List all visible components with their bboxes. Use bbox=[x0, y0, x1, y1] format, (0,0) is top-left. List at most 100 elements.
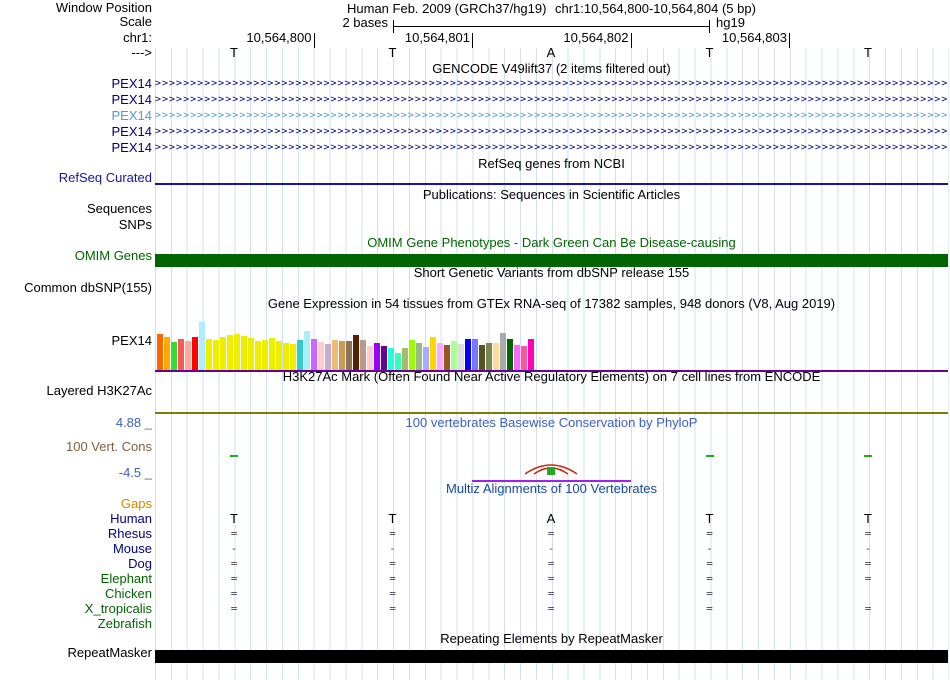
gtex-expression-bar[interactable] bbox=[234, 334, 240, 370]
omim-genes-bar[interactable] bbox=[155, 254, 948, 267]
gtex-expression-bar[interactable] bbox=[283, 343, 289, 370]
gtex-expression-bar[interactable] bbox=[339, 341, 345, 370]
gtex-expression-bar[interactable] bbox=[402, 348, 408, 370]
gtex-expression-bar[interactable] bbox=[325, 344, 331, 370]
gtex-expression-bar[interactable] bbox=[297, 340, 303, 370]
gtex-expression-bar[interactable] bbox=[507, 339, 513, 370]
phylop-track-label[interactable]: 100 Vert. Cons bbox=[66, 440, 152, 454]
multiz-species-label[interactable]: Mouse bbox=[113, 541, 152, 556]
gtex-expression-bar[interactable] bbox=[493, 343, 499, 370]
gencode-transcript-label[interactable]: PEX14 bbox=[112, 124, 152, 140]
sequences-label[interactable]: Sequences bbox=[87, 202, 152, 216]
gtex-expression-bar[interactable] bbox=[528, 339, 534, 370]
gtex-expression-bar[interactable] bbox=[367, 346, 373, 370]
gencode-transcript-arrows[interactable]: >>>>>>>>>>>>>>>>>>>>>>>>>>>>>>>>>>>>>>>>… bbox=[155, 76, 948, 92]
gtex-expression-bar[interactable] bbox=[444, 345, 450, 370]
gtex-expression-bar[interactable] bbox=[178, 339, 184, 370]
multiz-species-label[interactable]: Rhesus bbox=[108, 526, 152, 541]
gencode-transcript-label[interactable]: PEX14 bbox=[112, 92, 152, 108]
h3k27ac-baseline[interactable] bbox=[155, 412, 948, 414]
gtex-expression-bar[interactable] bbox=[206, 339, 212, 370]
gtex-expression-bar[interactable] bbox=[500, 333, 506, 370]
gtex-expression-bar[interactable] bbox=[479, 345, 485, 370]
repeatmasker-bar[interactable] bbox=[155, 650, 948, 663]
gtex-expression-bar[interactable] bbox=[157, 334, 163, 370]
gtex-expression-bar[interactable] bbox=[269, 338, 275, 370]
gtex-expression-bar[interactable] bbox=[346, 341, 352, 370]
gtex-expression-bar[interactable] bbox=[290, 344, 296, 370]
gtex-expression-bar[interactable] bbox=[311, 339, 317, 370]
gencode-transcript-label[interactable]: PEX14 bbox=[112, 140, 152, 156]
gtex-expression-bar[interactable] bbox=[430, 337, 436, 370]
gtex-expression-bar[interactable] bbox=[451, 341, 457, 370]
gencode-transcript-label[interactable]: PEX14 bbox=[112, 108, 152, 124]
multiz-species-label[interactable]: Zebrafish bbox=[98, 616, 152, 631]
assembly-label: Human Feb. 2009 (GRCh37/hg19) bbox=[347, 1, 547, 16]
gtex-expression-bar[interactable] bbox=[213, 340, 219, 370]
gtex-expression-bar[interactable] bbox=[465, 339, 471, 370]
gencode-transcript-arrows[interactable]: >>>>>>>>>>>>>>>>>>>>>>>>>>>>>>>>>>>>>>>>… bbox=[155, 124, 948, 140]
phylop-center-item[interactable] bbox=[472, 480, 631, 482]
gtex-expression-bar[interactable] bbox=[318, 342, 324, 370]
gtex-expression-bar[interactable] bbox=[304, 331, 310, 370]
phylop-conservation-track[interactable] bbox=[155, 434, 948, 482]
repeatmasker-label[interactable]: RepeatMasker bbox=[67, 646, 152, 660]
gtex-expression-bar[interactable] bbox=[360, 340, 366, 370]
ruler-base: T bbox=[864, 45, 872, 60]
snps-label[interactable]: SNPs bbox=[119, 218, 152, 232]
multiz-alignment-mark: - bbox=[230, 542, 238, 555]
multiz-alignment-mark: = bbox=[864, 572, 872, 585]
gtex-expression-bar[interactable] bbox=[241, 336, 247, 370]
gtex-expression-bar[interactable] bbox=[395, 353, 401, 370]
omim-genes-label[interactable]: OMIM Genes bbox=[75, 249, 152, 263]
gtex-expression-bar[interactable] bbox=[192, 337, 198, 370]
genome-browser: Window Position Human Feb. 2009 (GRCh37/… bbox=[0, 0, 950, 680]
multiz-alignment-mark: = bbox=[864, 557, 872, 570]
gtex-expression-bar[interactable] bbox=[164, 337, 170, 370]
gtex-expression-bar[interactable] bbox=[353, 335, 359, 370]
multiz-species-label[interactable]: X_tropicalis bbox=[85, 601, 152, 616]
ruler-tick bbox=[472, 33, 473, 48]
gtex-expression-bar[interactable] bbox=[185, 341, 191, 370]
refseq-curated-line[interactable] bbox=[155, 183, 948, 185]
gtex-expression-bar[interactable] bbox=[416, 343, 422, 370]
dbsnp-label[interactable]: Common dbSNP(155) bbox=[24, 281, 152, 295]
gtex-expression-bar[interactable] bbox=[255, 341, 261, 370]
gtex-baseline[interactable] bbox=[155, 370, 948, 372]
multiz-species-label[interactable]: Dog bbox=[128, 556, 152, 571]
gtex-expression-bar[interactable] bbox=[374, 343, 380, 370]
multiz-species-label[interactable]: Elephant bbox=[101, 571, 152, 586]
gtex-expression-bar[interactable] bbox=[332, 340, 338, 370]
gtex-expression-bar[interactable] bbox=[199, 322, 205, 370]
multiz-species-label[interactable]: Chicken bbox=[105, 586, 152, 601]
multiz-alignment-mark: = bbox=[706, 587, 713, 600]
gtex-expression-bar[interactable] bbox=[388, 348, 394, 370]
gtex-expression-bar[interactable] bbox=[262, 340, 268, 370]
gtex-gene-label[interactable]: PEX14 bbox=[112, 334, 152, 348]
gencode-transcript-arrows[interactable]: >>>>>>>>>>>>>>>>>>>>>>>>>>>>>>>>>>>>>>>>… bbox=[155, 140, 948, 156]
gencode-transcript-label[interactable]: PEX14 bbox=[112, 76, 152, 92]
phylop-lower-value: -4.5 _ bbox=[118, 465, 152, 480]
multiz-alignment-mark: A bbox=[546, 511, 556, 526]
gtex-expression-bar[interactable] bbox=[248, 338, 254, 370]
multiz-species-label[interactable]: Gaps bbox=[121, 496, 152, 511]
gtex-expression-bar[interactable] bbox=[381, 346, 387, 370]
gtex-expression-bar[interactable] bbox=[171, 342, 177, 370]
gtex-expression-bar[interactable] bbox=[437, 343, 443, 370]
gtex-expression-bar[interactable] bbox=[276, 341, 282, 370]
gtex-expression-bar[interactable] bbox=[220, 337, 226, 370]
gencode-transcript-arrows[interactable]: >>>>>>>>>>>>>>>>>>>>>>>>>>>>>>>>>>>>>>>>… bbox=[155, 108, 948, 124]
gtex-expression-bar[interactable] bbox=[486, 343, 492, 370]
ruler-base: T bbox=[705, 45, 714, 60]
gtex-expression-bar[interactable] bbox=[472, 339, 478, 370]
refseq-curated-label[interactable]: RefSeq Curated bbox=[59, 171, 152, 185]
multiz-species-label[interactable]: Human bbox=[110, 511, 152, 526]
gencode-transcript-arrows[interactable]: >>>>>>>>>>>>>>>>>>>>>>>>>>>>>>>>>>>>>>>>… bbox=[155, 92, 948, 108]
gtex-expression-bar[interactable] bbox=[458, 344, 464, 370]
h3k27ac-label[interactable]: Layered H3K27Ac bbox=[46, 384, 152, 398]
gtex-expression-bar[interactable] bbox=[514, 345, 520, 370]
gtex-expression-bar[interactable] bbox=[423, 347, 429, 370]
gtex-expression-bar[interactable] bbox=[521, 346, 527, 370]
gtex-expression-bar[interactable] bbox=[409, 340, 415, 370]
gtex-expression-bar[interactable] bbox=[227, 335, 233, 370]
